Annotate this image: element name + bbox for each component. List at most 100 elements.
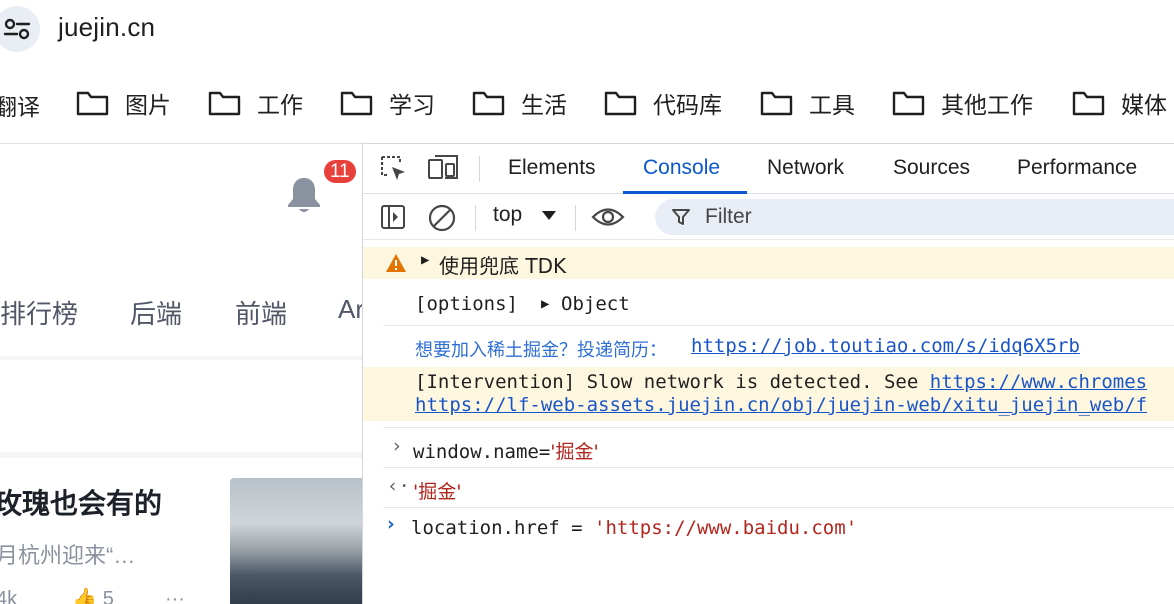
live-expression-button[interactable] bbox=[591, 204, 625, 235]
article-meta: 4k 👍 5 ··· bbox=[0, 586, 185, 604]
clear-icon bbox=[428, 204, 456, 232]
bookmark-folder-work[interactable]: 工作 bbox=[208, 86, 303, 120]
folder-icon bbox=[340, 91, 373, 116]
bookmark-label: 学习 bbox=[389, 92, 435, 118]
warning-icon bbox=[386, 254, 406, 272]
message-divider bbox=[383, 325, 1174, 326]
views-count: 4k bbox=[0, 588, 18, 604]
tabbar-separator bbox=[479, 156, 480, 182]
folder-icon bbox=[604, 91, 637, 116]
tab-network[interactable]: Network bbox=[767, 156, 844, 180]
output-value: '掘金' bbox=[413, 481, 462, 503]
bookmark-label: 媒体 bbox=[1121, 92, 1167, 118]
expand-triangle-icon[interactable]: ▶ bbox=[421, 252, 429, 268]
article-title[interactable]: 玫瑰也会有的 bbox=[0, 482, 162, 522]
clear-console-button[interactable] bbox=[427, 203, 457, 238]
folder-icon bbox=[892, 91, 925, 116]
toggle-sidebar-button[interactable] bbox=[379, 203, 407, 236]
eye-icon bbox=[591, 208, 625, 226]
nav-item-ranking[interactable]: 排行榜 bbox=[0, 294, 78, 331]
input-code: window.name='掘金' bbox=[413, 437, 599, 464]
intervention-label: [Intervention] Slow network is detected.… bbox=[415, 371, 930, 393]
prompt-code[interactable]: location.href = 'https://www.baidu.com' bbox=[411, 517, 857, 539]
console-intervention-message: [Intervention] Slow network is detected.… bbox=[363, 367, 1174, 421]
code-text: location.href = bbox=[411, 517, 595, 539]
folder-icon bbox=[760, 91, 793, 116]
toolbar-separator bbox=[475, 205, 476, 231]
folder-icon bbox=[1072, 91, 1105, 116]
devtools-panel: Elements Console Network Sources Perform… bbox=[362, 143, 1174, 604]
expand-triangle-icon[interactable]: ▶ bbox=[541, 296, 549, 312]
intervention-text: [Intervention] Slow network is detected.… bbox=[415, 371, 1147, 393]
site-header: 11 bbox=[0, 144, 362, 248]
nav-item-frontend[interactable]: 前端 bbox=[235, 294, 287, 331]
category-nav: 排行榜 后端 前端 Ar bbox=[0, 248, 362, 356]
like-icon[interactable]: 👍 bbox=[72, 588, 97, 604]
tab-elements[interactable]: Elements bbox=[508, 156, 596, 180]
bookmark-folder-media[interactable]: 媒体 bbox=[1072, 86, 1167, 120]
device-toolbar-button[interactable] bbox=[427, 154, 459, 187]
message-divider bbox=[383, 507, 1174, 508]
bookmark-label: 工具 bbox=[809, 92, 855, 118]
console-log-recruit: 想要加入稀土掘金？投递简历： https://job.toutiao.com/s… bbox=[363, 333, 1174, 363]
code-string: '掘金' bbox=[550, 441, 599, 463]
intervention-link-2[interactable]: https://lf-web-assets.juejin.cn/obj/juej… bbox=[415, 394, 1147, 416]
active-tab-indicator bbox=[623, 191, 747, 194]
likes-count: 5 bbox=[102, 588, 114, 604]
intervention-link[interactable]: https://www.chromes bbox=[930, 371, 1147, 393]
console-log-options: [options] ▶ Object bbox=[363, 291, 1174, 321]
device-icon bbox=[428, 155, 458, 179]
article-desc: 月杭州迎来“… bbox=[0, 543, 136, 568]
console-input-1: › window.name='掘金' bbox=[363, 435, 1174, 465]
bookmark-label: 工作 bbox=[257, 92, 303, 118]
nav-item-android[interactable]: Ar bbox=[338, 294, 362, 325]
toolbar-separator bbox=[575, 205, 576, 231]
tune-icon bbox=[3, 18, 31, 40]
folder-icon bbox=[208, 91, 241, 116]
tab-sources[interactable]: Sources bbox=[893, 156, 970, 180]
bookmark-folder-study[interactable]: 学习 bbox=[340, 86, 435, 120]
tab-performance[interactable]: Performance bbox=[1017, 156, 1137, 180]
bookmark-folder-life[interactable]: 生活 bbox=[472, 86, 567, 120]
message-divider bbox=[383, 427, 1174, 428]
notification-button[interactable] bbox=[283, 174, 325, 221]
nav-item-backend[interactable]: 后端 bbox=[130, 294, 182, 331]
options-object[interactable]: Object bbox=[561, 293, 630, 315]
warning-group-label: 使用兜底 TDK bbox=[439, 254, 567, 278]
folder-icon bbox=[76, 91, 109, 116]
input-chevron-icon: › bbox=[391, 435, 403, 457]
bookmark-label: 代码库 bbox=[653, 92, 722, 118]
bookmark-label: 其他工作 bbox=[941, 92, 1033, 118]
inspect-element-button[interactable] bbox=[379, 154, 407, 187]
bookmark-translate[interactable]: 翻译 bbox=[0, 88, 40, 122]
address-bar: juejin.cn bbox=[0, 0, 1174, 62]
console-warning-group[interactable]: ▶ 使用兜底 TDK bbox=[363, 247, 1174, 279]
bookmark-folder-images[interactable]: 图片 bbox=[76, 86, 171, 120]
bookmark-folder-code[interactable]: 代码库 bbox=[604, 86, 722, 120]
notification-badge: 11 bbox=[322, 158, 358, 185]
site-info-button[interactable] bbox=[0, 6, 40, 52]
console-output-1: ‹· '掘金' bbox=[363, 475, 1174, 505]
article-card[interactable]: 玫瑰也会有的 月杭州迎来“… 4k 👍 5 ··· bbox=[0, 458, 362, 604]
tab-console[interactable]: Console bbox=[643, 156, 720, 180]
bookmark-label: 图片 bbox=[125, 92, 171, 118]
console-filter-input[interactable]: Filter bbox=[655, 199, 1174, 235]
bookmark-folder-tools[interactable]: 工具 bbox=[760, 86, 855, 120]
recruit-link[interactable]: https://job.toutiao.com/s/idq6X5rb bbox=[691, 335, 1080, 357]
bookmark-folder-other-work[interactable]: 其他工作 bbox=[892, 86, 1033, 120]
console-messages: ▶ 使用兜底 TDK [options] ▶ Object 想要加入稀土掘金？投… bbox=[363, 241, 1174, 604]
prompt-chevron-icon: › bbox=[385, 515, 397, 535]
dropdown-arrow-icon bbox=[542, 211, 557, 220]
console-prompt[interactable]: › location.href = 'https://www.baidu.com… bbox=[363, 515, 1174, 545]
context-selector[interactable]: top bbox=[493, 203, 558, 227]
code-string: 'https://www.baidu.com' bbox=[594, 517, 858, 539]
bookmark-label: 生活 bbox=[521, 92, 567, 118]
article-thumbnail[interactable] bbox=[230, 478, 362, 604]
devtools-tabbar: Elements Console Network Sources Perform… bbox=[363, 144, 1174, 194]
url-text[interactable]: juejin.cn bbox=[58, 12, 155, 43]
console-toolbar: top Filter bbox=[363, 195, 1174, 240]
more-icon[interactable]: ··· bbox=[165, 588, 185, 604]
bookmarks-bar: 翻译 图片 工作 学习 生活 代码库 工具 其他工作 媒体 bbox=[0, 62, 1174, 142]
sidebar-icon bbox=[381, 205, 405, 229]
folder-icon bbox=[472, 91, 505, 116]
